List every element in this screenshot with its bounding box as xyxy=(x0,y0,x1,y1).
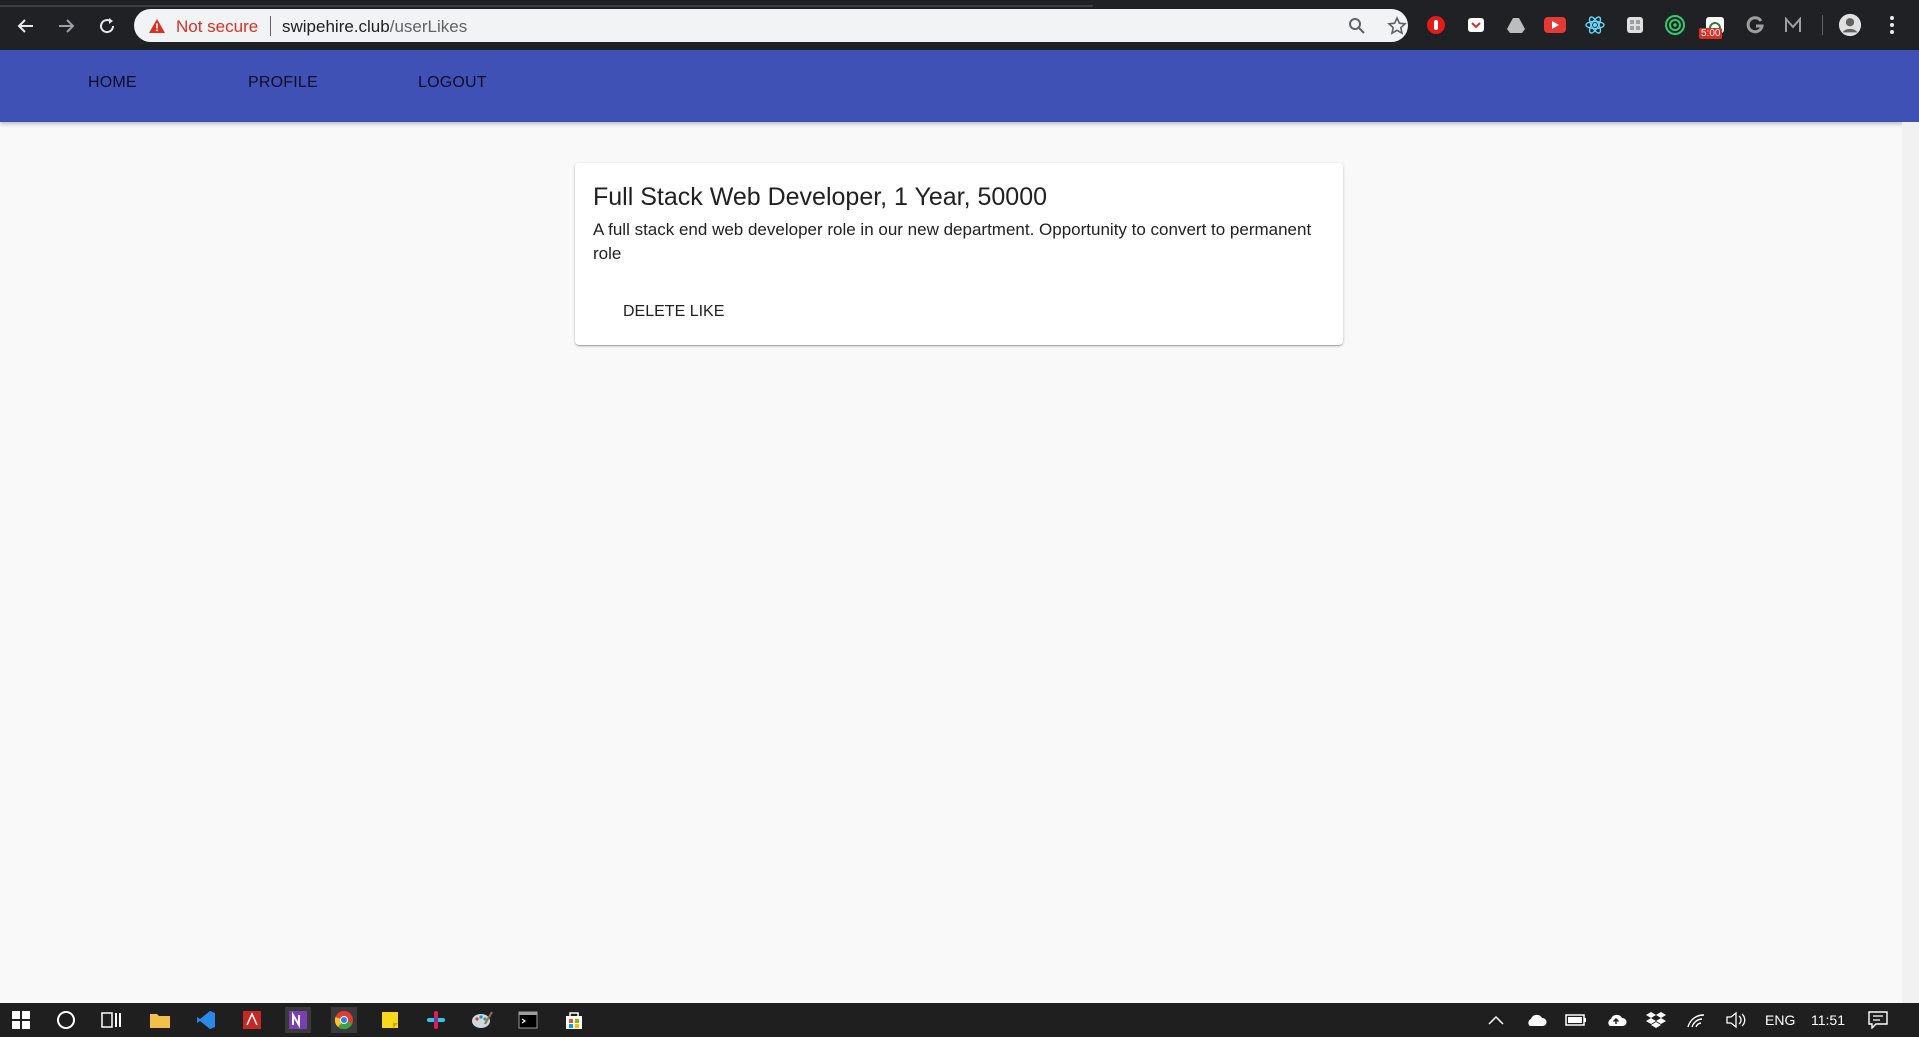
onedrive-icon[interactable] xyxy=(1523,1007,1549,1033)
vscode-icon[interactable] xyxy=(193,1007,219,1033)
nav-home-link[interactable]: HOME xyxy=(88,74,137,92)
tray-chevron-up-icon[interactable] xyxy=(1483,1007,1509,1033)
magnifier-icon xyxy=(1349,18,1365,34)
url-text[interactable]: swipehire.club/userLikes xyxy=(282,17,467,37)
nav-logout-link[interactable]: LOGOUT xyxy=(418,74,487,92)
liked-job-card: Full Stack Web Developer, 1 Year, 50000 … xyxy=(575,163,1343,345)
language-indicator[interactable]: ENG xyxy=(1765,1012,1795,1028)
app-bar: HOME PROFILE LOGOUT xyxy=(0,50,1919,122)
sticky-notes-icon[interactable] xyxy=(377,1007,403,1033)
slack-icon[interactable] xyxy=(423,1007,449,1033)
security-status[interactable]: Not secure xyxy=(176,17,258,37)
reload-button[interactable] xyxy=(91,10,123,42)
job-description: A full stack end web developer role in o… xyxy=(593,220,1312,263)
cloud-upload-icon[interactable] xyxy=(1603,1007,1629,1033)
extension-m-icon[interactable] xyxy=(1781,13,1805,37)
kebab-menu-icon xyxy=(1890,16,1894,34)
browser-toolbar: Not secure swipehire.club/userLikes 5:00 xyxy=(0,0,1919,50)
url-host: swipehire.club xyxy=(282,17,390,36)
store-icon[interactable] xyxy=(561,1007,587,1033)
cortana-icon xyxy=(57,1011,75,1029)
omnibox-separator xyxy=(270,16,271,36)
paint-icon[interactable] xyxy=(469,1007,495,1033)
reload-icon xyxy=(100,18,115,34)
extension-react-devtools-icon[interactable] xyxy=(1583,13,1607,37)
action-center-icon[interactable] xyxy=(1865,1007,1891,1033)
bookmark-star-button[interactable] xyxy=(1386,15,1408,37)
dropbox-icon[interactable] xyxy=(1643,1007,1669,1033)
address-bar[interactable]: Not secure swipehire.club/userLikes xyxy=(134,9,1408,42)
back-button[interactable] xyxy=(10,10,42,42)
taskbar: ENG 11:51 xyxy=(0,1003,1919,1037)
onenote-icon[interactable] xyxy=(285,1007,311,1033)
arrow-left-icon xyxy=(17,19,33,33)
extension-youtube-icon[interactable] xyxy=(1543,13,1567,37)
forward-button[interactable] xyxy=(50,10,82,42)
page-scrollbar[interactable] xyxy=(1902,122,1919,1003)
extension-grid-icon[interactable] xyxy=(1623,13,1647,37)
search-circle-button[interactable] xyxy=(53,1007,79,1033)
profile-avatar[interactable] xyxy=(1838,13,1862,37)
job-title: Full Stack Web Developer, 1 Year, 50000 xyxy=(593,183,1048,211)
wifi-icon[interactable] xyxy=(1683,1007,1709,1033)
clock[interactable]: 11:51 xyxy=(1811,1012,1845,1028)
browser-menu-button[interactable] xyxy=(1880,13,1904,37)
start-button[interactable] xyxy=(8,1007,34,1033)
file-explorer-icon[interactable] xyxy=(147,1007,173,1033)
timer-badge: 5:00 xyxy=(1699,28,1723,39)
url-path: /userLikes xyxy=(389,17,468,36)
extension-adblock-icon[interactable] xyxy=(1424,13,1448,37)
warning-icon[interactable] xyxy=(148,18,166,34)
terminal-icon[interactable] xyxy=(515,1007,541,1033)
nav-profile-link[interactable]: PROFILE xyxy=(248,74,318,92)
task-view-button[interactable] xyxy=(98,1007,124,1033)
acrobat-icon[interactable] xyxy=(239,1007,265,1033)
zoom-icon[interactable] xyxy=(1346,15,1368,37)
volume-icon[interactable] xyxy=(1723,1007,1749,1033)
task-view-icon xyxy=(101,1012,121,1028)
extension-pocket-icon[interactable] xyxy=(1464,13,1488,37)
extension-target-icon[interactable] xyxy=(1663,13,1687,37)
toolbar-separator xyxy=(1822,15,1823,35)
windows-logo-icon xyxy=(12,1011,30,1029)
chrome-icon[interactable] xyxy=(331,1007,357,1033)
arrow-right-icon xyxy=(59,19,75,33)
extension-drive-icon[interactable] xyxy=(1504,13,1528,37)
battery-icon[interactable] xyxy=(1563,1007,1589,1033)
extension-grammarly-icon[interactable] xyxy=(1743,13,1767,37)
delete-like-button[interactable]: DELETE LIKE xyxy=(623,303,724,321)
star-icon xyxy=(1387,16,1407,35)
tab-loading-line xyxy=(0,5,1093,7)
